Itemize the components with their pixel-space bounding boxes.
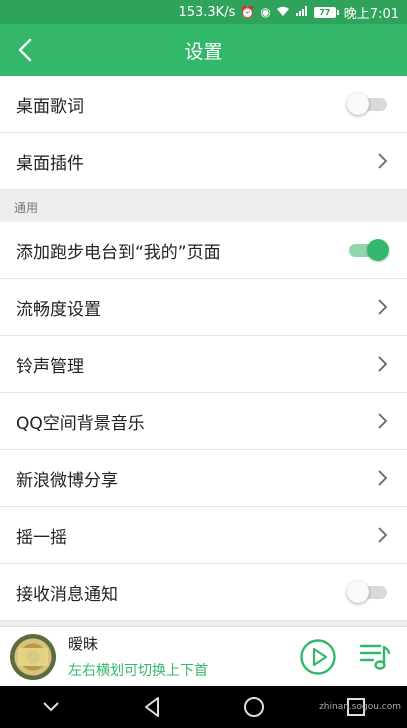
setting-row-smoothness[interactable]: 流畅度设置 [0, 279, 407, 336]
status-bar: 153.3K/s ⏰ ◉ 77 晚上7:01 [0, 0, 407, 24]
setting-row-desktop-lyrics[interactable]: 桌面歌词 [0, 76, 407, 133]
desktop-lyrics-toggle[interactable] [347, 93, 389, 115]
setting-label: 摇一摇 [16, 527, 67, 548]
title-bar: 设置 [0, 24, 407, 76]
setting-label: QQ空间背景音乐 [16, 413, 145, 434]
watermark-text: zhinan.sogou.com [319, 702, 401, 712]
wifi-icon [276, 5, 290, 19]
setting-label: 桌面歌词 [16, 96, 84, 117]
setting-label: 流畅度设置 [16, 299, 101, 320]
signal-icon [295, 5, 309, 19]
chevron-right-icon [378, 413, 388, 429]
setting-label: 铃声管理 [16, 356, 84, 377]
alarm-icon: ⏰ [240, 5, 256, 19]
nav-back-icon[interactable] [140, 694, 166, 720]
back-button[interactable] [12, 36, 40, 64]
album-cover[interactable] [10, 633, 56, 680]
battery-icon: 77 [313, 6, 339, 18]
chevron-right-icon [378, 470, 388, 486]
setting-row-weibo-share[interactable]: 新浪微博分享 [0, 450, 407, 507]
notifications-toggle[interactable] [347, 581, 389, 603]
swipe-hint: 左右横划可切换上下首 [68, 663, 208, 679]
setting-row-notifications[interactable]: 接收消息通知 [0, 564, 407, 621]
clock: 晚上7:01 [343, 6, 399, 22]
network-speed: 153.3K/s [178, 4, 236, 20]
back-arrow-icon [18, 38, 32, 62]
collapse-chevron-icon[interactable] [38, 694, 64, 720]
setting-row-shake[interactable]: 摇一摇 [0, 507, 407, 564]
song-title: 暧昧 [68, 635, 99, 653]
running-radio-toggle[interactable] [347, 239, 389, 261]
setting-label: 新浪微博分享 [16, 470, 118, 491]
playlist-icon [359, 644, 391, 670]
play-button[interactable] [299, 638, 337, 676]
playlist-button[interactable] [358, 639, 392, 673]
mini-player[interactable]: 暧昧 左右横划可切换上下首 [0, 626, 407, 686]
chevron-right-icon [378, 153, 388, 169]
eye-icon: ◉ [260, 5, 271, 19]
setting-row-qzone-music[interactable]: QQ空间背景音乐 [0, 393, 407, 450]
play-icon [300, 639, 336, 675]
setting-row-ringtone[interactable]: 铃声管理 [0, 336, 407, 393]
setting-label: 接收消息通知 [16, 584, 118, 605]
page-title: 设置 [184, 40, 223, 63]
chevron-right-icon [378, 299, 388, 315]
section-header-general: 通用 [0, 190, 407, 222]
setting-label: 桌面插件 [16, 153, 84, 174]
settings-list: 桌面歌词 桌面插件 通用 添加跑步电台到“我的”页面 流畅度设置 铃声管理 QQ… [0, 76, 407, 621]
nav-home-icon[interactable] [241, 694, 267, 720]
setting-row-running-radio[interactable]: 添加跑步电台到“我的”页面 [0, 222, 407, 279]
chevron-right-icon [378, 527, 388, 543]
track-info: 暧昧 左右横划可切换上下首 [68, 633, 208, 680]
battery-level: 77 [313, 6, 336, 18]
chevron-right-icon [378, 356, 388, 372]
setting-row-desktop-widget[interactable]: 桌面插件 [0, 133, 407, 190]
setting-label: 添加跑步电台到“我的”页面 [16, 242, 221, 263]
